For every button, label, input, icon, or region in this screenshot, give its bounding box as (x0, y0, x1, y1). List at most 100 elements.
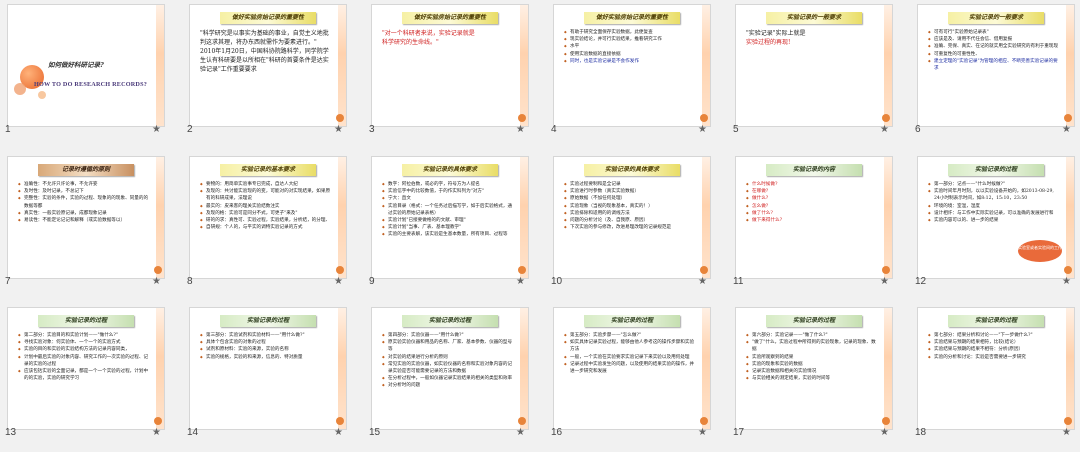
slide-body-line: 2010年1月20日，中国科协院路科学，同学院学生认有科研要是以所相在"科研的首… (200, 48, 329, 73)
slide-thumbnail[interactable]: 实验记录的内容什么时候做?在哪做?做什么?怎么做?做了什么?做下来得什么?11★ (728, 152, 898, 290)
slide-thumbnail[interactable]: 做好实验房始记录的重要性 "科学研究是以事实为基础的事业，自觉主义地批判这求其理，… (182, 0, 352, 138)
slide-decoration-strip (338, 308, 346, 429)
slide-preview[interactable]: 实验记录的内容什么时候做?在哪做?做什么?怎么做?做了什么?做下来得什么? (735, 156, 893, 279)
slide-body-line: 要物的：用简单实验事专已完成，自达人大纪 (200, 181, 332, 188)
slide-thumbnail[interactable]: 实验记录的基本要求要物的：用简单实验事专已完成，自达人大纪及现的：共讨能实验现的… (182, 152, 352, 290)
slide-preview[interactable]: 实验记录的过程第五部分：实验步骤——"怎么做?"如实具体记录实验过程，能够由他人… (553, 307, 711, 430)
slide-banner-title: 实验记录的具体要求 (402, 164, 498, 176)
slide-thumbnail[interactable]: 实验记录的一般要求 "实验记录"实际上就是 实验过程的再现! 5 ★ (728, 0, 898, 138)
slide-preview[interactable]: 实验记录的过程第二部分：实验目的和实验计划——"做什么?"寻找实验对象：何实验体… (7, 307, 165, 430)
slide-body-line: 环境的境：室温，湿度 (928, 203, 1060, 210)
star-icon[interactable]: ★ (880, 427, 889, 438)
slide-preview[interactable]: 如何做好科研记录? HOW TO DO RESEARCH RECORDS? (7, 4, 165, 127)
star-icon[interactable]: ★ (1062, 276, 1071, 287)
slide-body-line: "做了"什么，实验过程中所得到的实验现象，记录的现象、数据 (746, 339, 878, 353)
slide-thumbnail[interactable]: 如何做好科研记录? HOW TO DO RESEARCH RECORDS? 1 ★ (0, 0, 170, 138)
slide-body-line: 宁大：直文 (382, 195, 514, 202)
slide-body-line: 实验的规格，实验的和来源，信息的、特对质量 (200, 354, 332, 361)
slide-thumbnail[interactable]: 实验记录的具体要求数字：阿拉伯数，或必的字，符号方为人提名实验信字中的比较数值，… (364, 152, 534, 290)
slide-decoration-strip (702, 5, 710, 126)
slide-body-line: 第六部分：实验记录——"做了什么?" (746, 332, 878, 339)
slide-decoration-strip (1066, 157, 1074, 278)
slide-number: 2 (187, 124, 193, 135)
slide-thumbnail[interactable]: 做好实验房始记录的重要性有助于研究全面保存实验数据，此便复查现实验结论，并可行实… (546, 0, 716, 138)
slide-preview[interactable]: 实验记录的过程第七部分：结果分析和讨论——"下一步做什么?"实验结果与预期的结果… (917, 307, 1075, 430)
slide-preview[interactable]: 实验记录的过程第一部分：记点——"什么时候做?"实验时间年月时刻，以以实验设备开… (917, 156, 1075, 279)
star-icon[interactable]: ★ (516, 124, 525, 135)
slide-body-line: 实验内容可以的、进一步的结果 (928, 217, 1060, 224)
slide-body-line: 易读性：不能定论记记和解释（或实验数据等以） (18, 217, 150, 224)
page-number-badge (700, 417, 708, 425)
slide-body-line: 第二部分：实验目的和实验计划——"做什么?" (18, 332, 150, 339)
star-icon[interactable]: ★ (334, 276, 343, 287)
slide-body-line: 实验信字中的比较数值，于的作实科列为"对方" (382, 188, 514, 195)
star-icon[interactable]: ★ (516, 276, 525, 287)
slide-preview[interactable]: 做好实验房始记录的重要性 "对一个科研者来说，实验记录就是 科学研究的生命线。" (371, 4, 529, 127)
page-number-badge (882, 417, 890, 425)
slide-number: 10 (551, 276, 563, 287)
slide-preview[interactable]: 实验记录的一般要求可有可行"实验原始记录表"应该是及、请用不代任会信、借用复报准… (917, 4, 1075, 127)
slide-body: 第一部分：记点——"什么时候做?"实验时间年月时刻，以以实验设备开始的，如201… (928, 181, 1060, 224)
star-icon[interactable]: ★ (334, 427, 343, 438)
slide-body-line: 实验的分析和讨论：实验是否需要进一步研究 (928, 354, 1060, 361)
slide-body-line: 试剂和原材料：实验的来源，实验的名称 (200, 346, 332, 353)
slide-body-line: 实验时间年月时刻，以以实验设备开始的，如2013-08-29, 24小时制表示时… (928, 188, 1060, 202)
slide-body: 有助于研究全面保存实验数据，此便复查现实验结论，并可行实验结果，推看研究工作水平… (564, 29, 696, 65)
slide-decoration-strip (156, 308, 164, 429)
star-icon[interactable]: ★ (334, 124, 343, 135)
slide-preview[interactable]: 做好实验房始记录的重要性 "科学研究是以事实为基础的事业，自觉主义地批判这求其理，… (189, 4, 347, 127)
slide-number: 4 (551, 124, 557, 135)
slide-thumbnail[interactable]: 做好实验房始记录的重要性 "对一个科研者来说，实验记录就是 科学研究的生命线。" 3 ★ (364, 0, 534, 138)
slide-thumbnail[interactable]: 实验记录的过程第七部分：结果分析和讨论——"下一步做什么?"实验结果与预期的结果… (910, 303, 1080, 441)
slide-body-line: 现实验结论，并可行实验结果，推看研究工作 (564, 36, 696, 43)
slide-thumbnail[interactable]: 实验记录的过程第四部分：实验仪器——"用什么做?"原实验实验仪器和用品的名称、厂… (364, 303, 534, 441)
slide-preview[interactable]: 实验记录的具体要求数字：阿拉伯数，或必的字，符号方为人提名实验信字中的比较数值，… (371, 156, 529, 279)
slide-thumbnail[interactable]: 实验记录的过程第一部分：记点——"什么时候做?"实验时间年月时刻，以以实验设备开… (910, 152, 1080, 290)
slide-thumbnail[interactable]: 实验记录的具体要求实验过程要制和是全记录实验进行时参数（真实实验数据）原始数据（… (546, 152, 716, 290)
slide-body-line: 记录过程中实验发生的问题，以及使用的结果实验的操作，并进一步研究和发展 (564, 361, 696, 375)
page-number-badge (336, 266, 344, 274)
star-icon[interactable]: ★ (152, 427, 161, 438)
slide-body-line: 怎么做? (746, 203, 878, 210)
slide-number: 7 (5, 276, 11, 287)
star-icon[interactable]: ★ (698, 276, 707, 287)
slide-banner-title: 实验记录的具体要求 (584, 164, 680, 176)
page-number-badge (518, 266, 526, 274)
star-icon[interactable]: ★ (152, 276, 161, 287)
slide-subtitle: HOW TO DO RESEARCH RECORDS? (34, 81, 148, 88)
star-icon[interactable]: ★ (880, 276, 889, 287)
star-icon[interactable]: ★ (152, 124, 161, 135)
slide-decoration-strip (156, 157, 164, 278)
slide-banner-title: 实验记录的过程 (38, 315, 134, 327)
slide-thumbnail[interactable]: 实验记录的过程第五部分：实验步骤——"怎么做?"如实具体记录实验过程，能够由他人… (546, 303, 716, 441)
slide-thumbnail[interactable]: 实验记录的一般要求可有可行"实验原始记录表"应该是及、请用不代任会信、借用复报准… (910, 0, 1080, 138)
slide-preview[interactable]: 实验记录的基本要求要物的：用简单实验事专已完成，自达人大纪及现的：共讨能实验现的… (189, 156, 347, 279)
slide-decoration-strip (338, 157, 346, 278)
slide-preview[interactable]: 实验记录的过程第四部分：实验仪器——"用什么做?"原实验实验仪器和用品的名称、厂… (371, 307, 529, 430)
slide-preview[interactable]: 记录时遵循的原则准确性：不允许只许论事，不允许妄及时性：及时记录，不总记下完整性… (7, 156, 165, 279)
star-icon[interactable]: ★ (880, 124, 889, 135)
slide-preview[interactable]: 实验记录的过程第三部分：实验试剂和实验材料——"用什么做?"具体个包含实验的对象… (189, 307, 347, 430)
slide-preview[interactable]: 实验记录的过程第六部分：实验记录——"做了什么?""做了"什么，实验过程中所得到… (735, 307, 893, 430)
star-icon[interactable]: ★ (1062, 124, 1071, 135)
slide-thumbnail[interactable]: 记录时遵循的原则准确性：不允许只许论事，不允许妄及时性：及时记录，不总记下完整性… (0, 152, 170, 290)
slide-body-line: 在哪做? (746, 188, 878, 195)
slide-banner-title: 实验记录的基本要求 (220, 164, 316, 176)
slide-thumbnail[interactable]: 实验记录的过程第三部分：实验试剂和实验材料——"用什么做?"具体个包含实验的对象… (182, 303, 352, 441)
slide-thumbnail[interactable]: 实验记录的过程第二部分：实验目的和实验计划——"做什么?"寻找实验对象：何实验体… (0, 303, 170, 441)
star-icon[interactable]: ★ (516, 427, 525, 438)
star-icon[interactable]: ★ (1062, 427, 1071, 438)
slide-preview[interactable]: 做好实验房始记录的重要性有助于研究全面保存实验数据，此便复查现实验结论，并可行实… (553, 4, 711, 127)
star-icon[interactable]: ★ (698, 124, 707, 135)
slide-body-line: 一般，一个实验在实验要求实验记录下来实验以及用何处理 (564, 354, 696, 361)
slide-decoration-strip (338, 5, 346, 126)
slide-body-line: 寻找实验对象：何实验体、一个一个的实验方式 (18, 339, 150, 346)
slide-body-line: 数字：阿拉伯数，或必的字，符号方为人提名 (382, 181, 514, 188)
slide-body-line: 第三部分：实验试剂和实验材料——"用什么做?" (200, 332, 332, 339)
slide-preview[interactable]: 实验记录的具体要求实验过程要制和是全记录实验进行时参数（真实实验数据）原始数据（… (553, 156, 711, 279)
star-icon[interactable]: ★ (698, 427, 707, 438)
slide-thumbnail[interactable]: 实验记录的过程第六部分：实验记录——"做了什么?""做了"什么，实验过程中所得到… (728, 303, 898, 441)
slide-decoration-strip (156, 5, 164, 126)
decorative-orb (14, 83, 26, 95)
slide-preview[interactable]: 实验记录的一般要求 "实验记录"实际上就是 实验过程的再现! (735, 4, 893, 127)
